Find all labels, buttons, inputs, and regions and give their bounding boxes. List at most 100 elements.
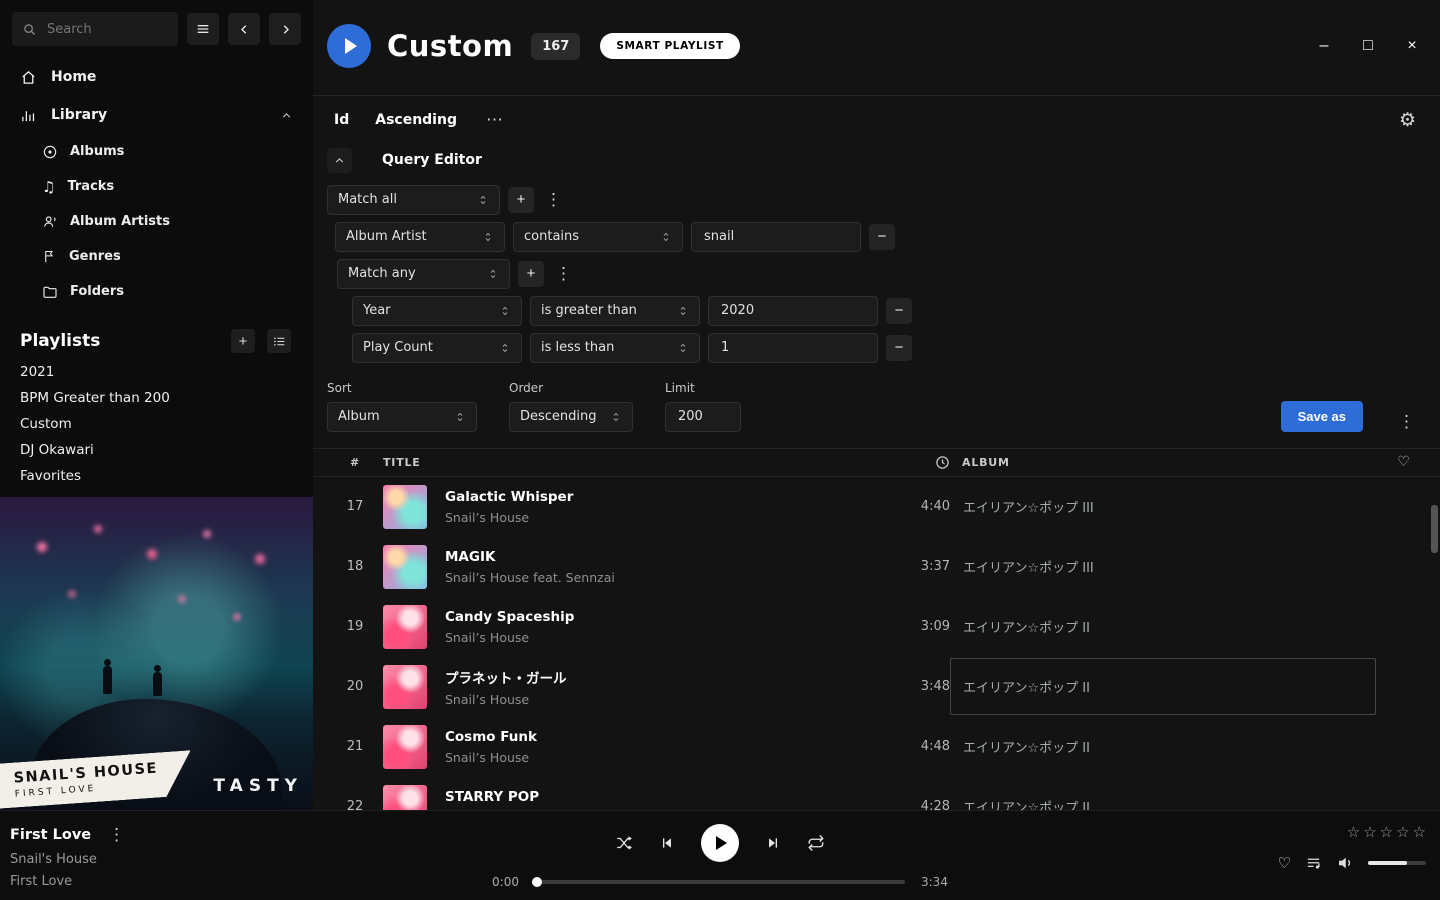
favorite-heart-icon[interactable]: ♡ [1278,854,1291,872]
rule-value-input[interactable] [719,302,867,319]
rule-field-select[interactable]: Year [352,296,522,326]
rule-operator-select[interactable]: is greater than [530,296,700,326]
add-rule-button[interactable]: + [508,187,534,213]
add-playlist-button[interactable]: + [231,329,255,353]
queue-icon[interactable] [1305,855,1322,872]
track-row[interactable]: 22 STARRY POP Snail’s House 4:28 エイリアン☆ポ… [313,777,1440,810]
forward-button[interactable] [269,13,301,45]
match-any-select[interactable]: Match any [337,259,510,289]
volume-slider[interactable] [1368,861,1426,865]
track-artist: Snail’s House [445,630,876,645]
now-playing-artist: Snail's House [10,852,128,867]
play-pause-button[interactable] [701,824,739,862]
shuffle-button[interactable] [615,834,633,852]
seek-bar[interactable] [535,880,905,884]
sidebar-item-library[interactable]: Library [0,96,313,134]
remove-rule-button[interactable]: − [886,335,912,361]
track-menu-button[interactable]: ⋮ [105,825,128,845]
limit-input[interactable] [676,408,730,425]
rule-operator-select[interactable]: contains [513,222,683,252]
minimize-button[interactable]: – [1302,26,1346,66]
track-album: エイリアン☆ポップ II [950,718,1376,775]
duration-column-header-clock-icon[interactable] [935,455,950,470]
rule-value-input[interactable] [702,228,850,245]
playlist-item-bpm[interactable]: BPM Greater than 200 [0,385,313,411]
album-column-header[interactable]: ALBUM [950,456,1376,469]
rule-value-field [691,222,861,252]
now-playing-album: First Love [10,874,128,889]
plus-icon: + [239,333,248,350]
sort-direction-button[interactable]: Ascending [375,112,457,128]
chevron-left-icon [237,22,252,37]
scrollbar[interactable] [1431,505,1438,553]
sidebar-item-tracks[interactable]: ♫ Tracks [0,169,313,204]
playlist-item-dj-okawari[interactable]: DJ Okawari [0,437,313,463]
track-artist: Snail’s House [445,692,876,707]
volume-icon[interactable] [1336,854,1354,872]
collapse-query-editor-button[interactable] [327,148,352,173]
more-options-button[interactable]: ⋯ [483,110,506,130]
track-row[interactable]: 21 Cosmo Funk Snail’s House 4:48 エイリアン☆ポ… [313,717,1440,777]
save-options-button[interactable]: ⋮ [1395,412,1418,432]
repeat-button[interactable] [807,834,825,852]
playlist-item-custom[interactable]: Custom [0,411,313,437]
group-options-button[interactable]: ⋮ [542,190,565,210]
gear-icon[interactable]: ⚙ [1399,109,1416,132]
sort-select[interactable]: Album [327,402,477,432]
search-input[interactable] [45,21,168,38]
sidebar-item-albums[interactable]: Albums [0,134,313,169]
remove-rule-button[interactable]: − [886,298,912,324]
music-note-icon: ♫ [42,178,55,196]
library-label: Library [51,107,107,123]
star-icon[interactable]: ☆ [1396,823,1409,841]
playlist-item-favorites[interactable]: Favorites [0,463,313,489]
next-button[interactable] [765,835,781,851]
track-row[interactable]: 19 Candy Spaceship Snail’s House 3:09 エイ… [313,597,1440,657]
rule-operator-select[interactable]: is less than [530,333,700,363]
sidebar-item-album-artists[interactable]: Album Artists [0,204,313,239]
favorite-column-header-heart-icon[interactable]: ♡ [1397,454,1410,470]
play-playlist-button[interactable] [327,24,371,68]
match-all-select[interactable]: Match all [327,185,500,215]
sidebar-item-folders[interactable]: Folders [0,274,313,309]
order-select[interactable]: Descending [509,402,633,432]
remove-rule-button[interactable]: − [869,224,895,250]
menu-button[interactable] [187,13,219,45]
back-button[interactable] [228,13,260,45]
sidebar-item-home[interactable]: Home [0,58,313,96]
track-artwork [383,785,427,810]
group-options-button[interactable]: ⋮ [552,264,575,284]
track-duration: 3:09 [876,619,950,634]
rule-value-input[interactable] [719,339,867,356]
track-album[interactable]: エイリアン☆ポップ II [950,658,1376,715]
sidebar-item-genres[interactable]: Genres [0,239,313,274]
close-button[interactable]: × [1390,26,1434,66]
next-icon [765,835,781,851]
playlist-item-2021[interactable]: 2021 [0,359,313,385]
rule-field-select[interactable]: Play Count [352,333,522,363]
track-row[interactable]: 18 MAGIK Snail’s House feat. Sennzai 3:3… [313,537,1440,597]
add-rule-button[interactable]: + [518,261,544,287]
track-title: Candy Spaceship [445,609,876,625]
star-icon[interactable]: ☆ [1413,823,1426,841]
star-icon[interactable]: ☆ [1380,823,1393,841]
star-icon[interactable]: ☆ [1347,823,1360,841]
previous-button[interactable] [659,835,675,851]
track-row[interactable]: 17 Galactic Whisper Snail’s House 4:40 エ… [313,477,1440,537]
unfold-icon [499,342,511,354]
chevron-up-icon [280,109,293,122]
maximize-button[interactable]: □ [1346,26,1390,66]
track-album: エイリアン☆ポップ II [950,598,1376,655]
seek-handle[interactable] [532,877,542,887]
title-column-header[interactable]: TITLE [383,456,876,469]
save-as-button[interactable]: Save as [1281,401,1363,432]
search-box[interactable] [12,12,178,46]
tracks-label: Tracks [67,179,114,194]
rule-field-select[interactable]: Album Artist [335,222,505,252]
star-icon[interactable]: ☆ [1363,823,1376,841]
limit-label: Limit [665,381,741,395]
playlist-view-button[interactable] [267,329,291,353]
track-row[interactable]: 20 プラネット・ガール Snail’s House 3:48 エイリアン☆ポッ… [313,657,1440,717]
previous-icon [659,835,675,851]
sort-field-button[interactable]: Id [334,112,349,128]
